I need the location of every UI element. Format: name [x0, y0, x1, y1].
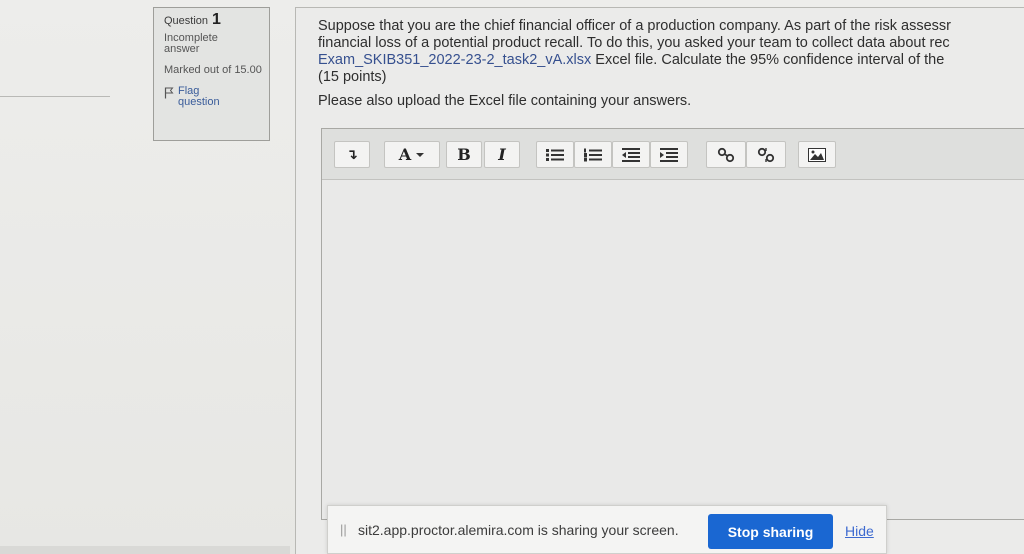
upload-instruction: Please also upload the Excel file contai…	[318, 93, 692, 109]
font-color-icon: A	[398, 145, 412, 164]
question-state: Incomplete answer	[164, 32, 218, 55]
question-text: Suppose that you are the chief financial…	[318, 18, 1024, 110]
question-text-line: Exam_SKIB351_2022-23-2_task2_vA.xlsx Exc…	[318, 52, 1024, 69]
unordered-list-button[interactable]	[536, 141, 574, 168]
flag-question-link[interactable]: Flag question	[164, 86, 269, 108]
link-icon	[717, 147, 735, 162]
excel-file-link[interactable]: Exam_SKIB351_2022-23-2_task2_vA.xlsx	[318, 52, 591, 68]
insert-link-button[interactable]	[706, 141, 746, 168]
expand-toolbar-icon: ↴	[346, 146, 358, 163]
indent-icon	[660, 147, 678, 162]
insert-image-button[interactable]	[798, 141, 836, 168]
image-icon	[808, 147, 826, 162]
flag-icon	[164, 87, 174, 99]
question-text-fragment: Excel file. Calculate the 95% confidence…	[591, 52, 945, 68]
screen-sharing-bar: || sit2.app.proctor.alemira.com is shari…	[327, 505, 887, 554]
bold-icon: B	[457, 145, 471, 164]
unlink-icon	[757, 147, 775, 162]
question-grade: Marked out of 15.00	[164, 64, 262, 76]
bold-button[interactable]: B	[446, 141, 482, 168]
question-number-row: Question 1	[164, 11, 269, 28]
unordered-list-icon	[546, 148, 564, 161]
italic-button[interactable]: I	[484, 141, 520, 168]
question-text-line: Suppose that you are the chief financial…	[318, 18, 951, 34]
answer-editor[interactable]: ↴ A B I	[321, 128, 1024, 520]
outdent-icon	[622, 147, 640, 162]
chevron-down-icon	[416, 152, 425, 157]
ordered-list-button[interactable]	[574, 141, 612, 168]
indent-button[interactable]	[650, 141, 688, 168]
flag-question-label: Flag question	[178, 85, 220, 108]
expand-toolbar-button[interactable]: ↴	[334, 141, 370, 168]
question-text-line: financial loss of a potential product re…	[318, 35, 950, 51]
outdent-button[interactable]	[612, 141, 650, 168]
question-points: (15 points)	[318, 69, 387, 85]
unlink-button[interactable]	[746, 141, 786, 168]
page: Question 1 Incomplete answer Marked out …	[0, 0, 1024, 554]
hide-link[interactable]: Hide	[845, 523, 874, 539]
question-info-box: Question 1 Incomplete answer Marked out …	[153, 7, 270, 141]
font-color-button[interactable]: A	[384, 141, 440, 168]
divider	[0, 96, 110, 97]
editor-toolbar: ↴ A B I	[322, 129, 1024, 180]
question-number: 1	[212, 11, 221, 28]
drag-handle[interactable]: ||	[340, 522, 352, 537]
question-label: Question	[164, 15, 209, 27]
stop-sharing-button[interactable]: Stop sharing	[708, 514, 833, 549]
sharing-message: sit2.app.proctor.alemira.com is sharing …	[358, 521, 679, 538]
bottom-strip	[0, 546, 290, 554]
ordered-list-icon	[584, 148, 602, 161]
italic-icon: I	[498, 145, 506, 164]
